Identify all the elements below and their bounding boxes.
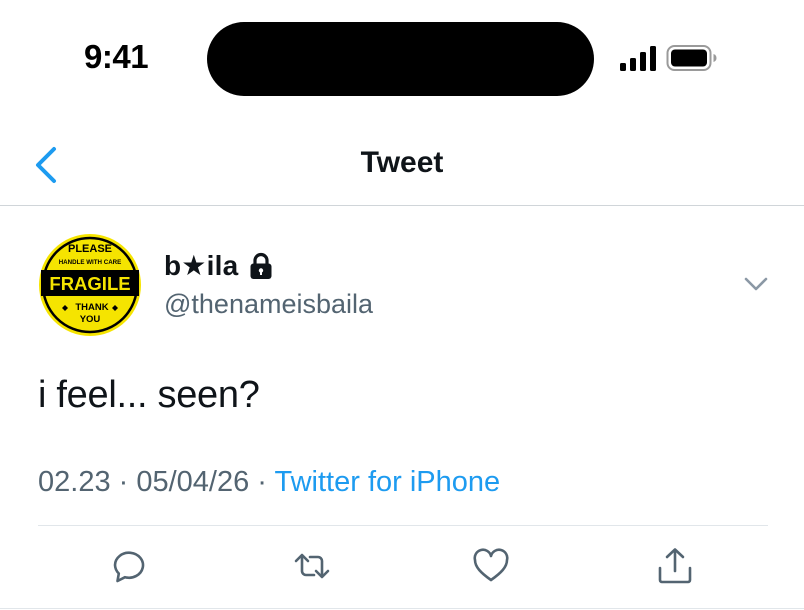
fragile-sticker-image: PLEASE HANDLE WITH CARE FRAGILE THANK YO… [39,234,141,336]
meta-separator: · [110,466,137,498]
share-button[interactable] [655,546,695,586]
tweet-time: 02.23 [38,466,111,498]
dynamic-island [207,22,594,96]
header-divider [0,205,804,206]
actions-divider [0,608,804,609]
author-name-row[interactable]: b★ila [164,249,276,282]
status-time: 9:41 [84,38,149,75]
reply-icon [113,551,145,583]
display-name: b★ila [164,250,239,281]
avatar-main-text: FRAGILE [49,273,130,294]
like-button[interactable] [471,546,511,586]
cellular-signal-icon [620,46,656,71]
tweet-detail-screen: 9:41 Tweet PLEASE HANDLE WITH CARE FRAGI… [0,0,804,610]
retweet-icon [294,553,330,579]
chevron-down-icon[interactable] [741,274,771,294]
reply-button[interactable] [109,546,149,586]
battery-icon [666,45,717,71]
meta-separator: · [249,466,275,498]
lock-icon [250,252,272,279]
user-handle[interactable]: @thenameisbaila [164,289,373,320]
avatar[interactable]: PLEASE HANDLE WITH CARE FRAGILE THANK YO… [38,233,142,337]
avatar-sub-text: HANDLE WITH CARE [59,259,122,266]
tweet-source-link[interactable]: Twitter for iPhone [275,466,501,498]
retweet-button[interactable] [292,546,332,586]
meta-divider [38,525,768,526]
share-icon [658,548,692,584]
avatar-bottom-text-2: YOU [80,314,101,325]
tweet-date: 05/04/26 [136,466,250,498]
page-title: Tweet [360,146,444,179]
avatar-top-text: PLEASE [68,243,112,255]
tweet-meta: 02.23 · 05/04/26 · Twitter for iPhone [38,466,500,499]
avatar-bottom-text-1: THANK [75,302,108,313]
like-icon [473,548,509,582]
tweet-text: i feel... seen? [38,374,260,416]
